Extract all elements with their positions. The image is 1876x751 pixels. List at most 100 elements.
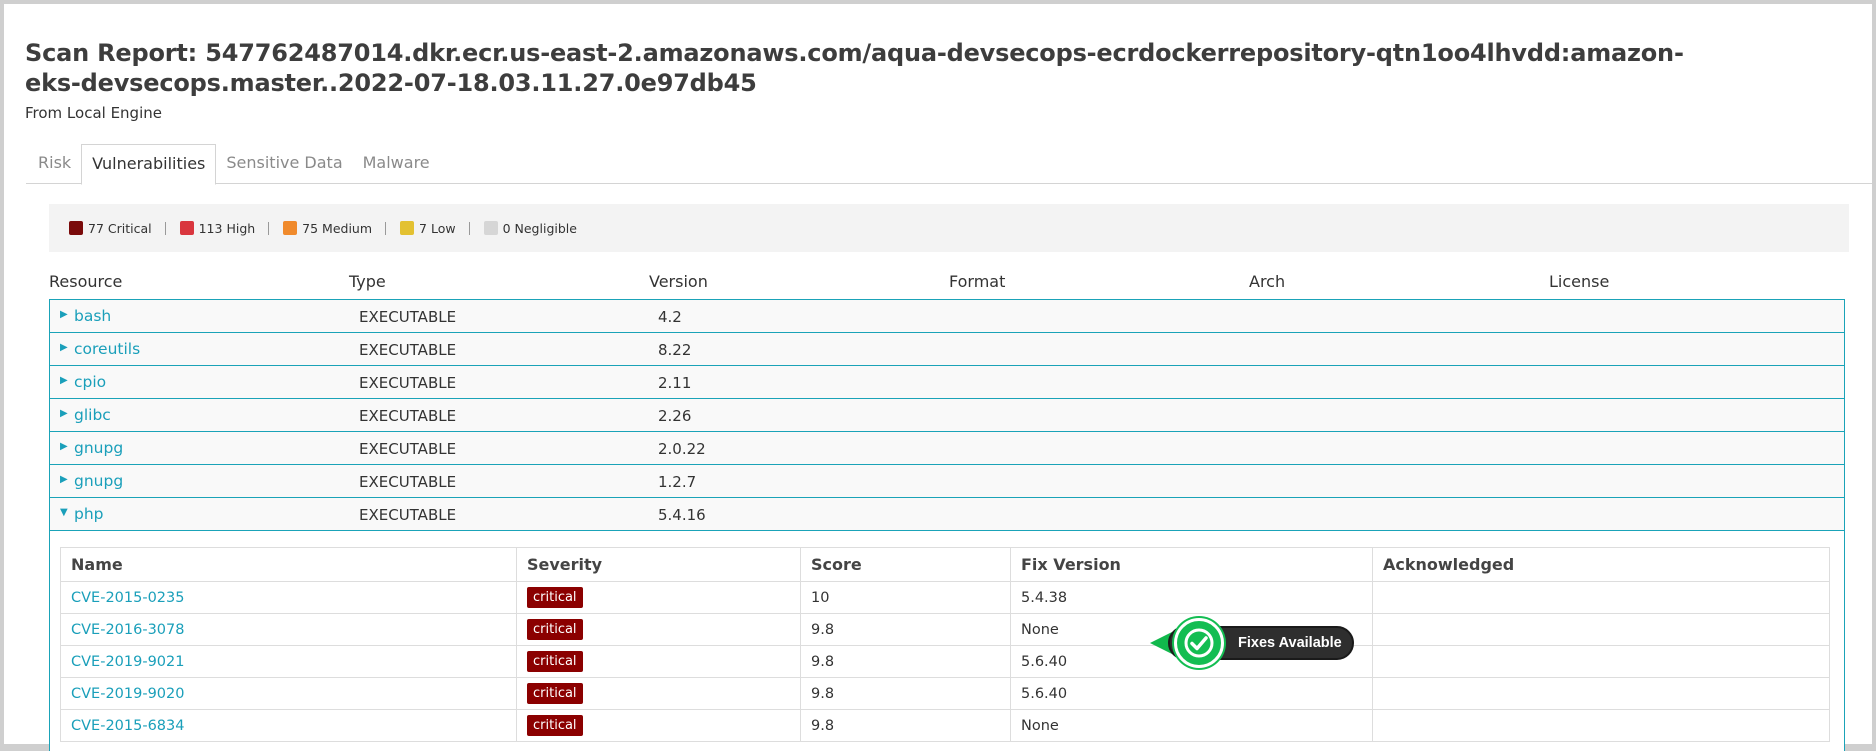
caret-right-icon[interactable]: ▶ [60, 309, 68, 320]
package-type: EXECUTABLE [359, 407, 457, 425]
severity-medium: 75 Medium [283, 221, 372, 236]
severity-summary: 77 Critical 113 High 75 Medium 7 Low 0 N… [49, 204, 1849, 252]
vulnerability-table: Name Severity Score Fix Version Acknowle… [60, 547, 1830, 742]
divider [164, 221, 166, 235]
package-row[interactable]: ▶ coreutils EXECUTABLE 8.22 [50, 333, 1844, 366]
report-header: Scan Report: 547762487014.dkr.ecr.us-eas… [25, 38, 1725, 122]
package-type: EXECUTABLE [359, 374, 457, 392]
col-score[interactable]: Score [800, 547, 1011, 582]
low-swatch [400, 221, 415, 235]
table-header-row: Name Severity Score Fix Version Acknowle… [60, 547, 1830, 582]
score-cell: 10 [800, 581, 1011, 614]
divider [468, 221, 470, 235]
col-format[interactable]: Format [949, 272, 1005, 291]
package-version: 2.11 [658, 374, 692, 392]
package-name[interactable]: gnupg [74, 439, 123, 457]
table-row: CVE-2019-9021 critical 9.8 5.6.40 [60, 645, 1830, 678]
package-name[interactable]: coreutils [74, 340, 140, 358]
cve-link[interactable]: CVE-2019-9021 [60, 645, 517, 678]
tab-risk[interactable]: Risk [26, 144, 81, 184]
col-arch[interactable]: Arch [1249, 272, 1285, 291]
severity-cell: critical [516, 613, 801, 646]
severity-high: 113 High [179, 220, 256, 236]
package-type: EXECUTABLE [359, 506, 457, 524]
package-name[interactable]: gnupg [74, 472, 123, 490]
col-acknowledged[interactable]: Acknowledged [1372, 547, 1830, 582]
check-circle-icon [1174, 618, 1224, 668]
package-row[interactable]: ▶ cpio EXECUTABLE 2.11 [50, 366, 1844, 399]
page-subtitle: From Local Engine [25, 104, 162, 122]
package-version: 5.4.16 [658, 506, 706, 524]
acknowledged-cell [1372, 581, 1830, 614]
package-name[interactable]: glibc [74, 406, 111, 424]
col-severity[interactable]: Severity [516, 547, 801, 582]
vulnerability-panel: Name Severity Score Fix Version Acknowle… [50, 531, 1844, 751]
critical-swatch [69, 221, 83, 235]
caret-right-icon[interactable]: ▶ [60, 474, 68, 485]
cve-link[interactable]: CVE-2015-0235 [60, 581, 517, 614]
package-version: 4.2 [658, 308, 682, 326]
package-list: ▶ bash EXECUTABLE 4.2 ▶ coreutils EXECUT… [49, 299, 1845, 751]
cve-link[interactable]: CVE-2015-6834 [60, 709, 517, 742]
score-cell: 9.8 [800, 677, 1011, 710]
package-row[interactable]: ▶ glibc EXECUTABLE 2.26 [50, 399, 1844, 432]
score-cell: 9.8 [800, 645, 1011, 678]
severity-badge: critical [527, 619, 583, 640]
package-row[interactable]: ▶ bash EXECUTABLE 4.2 [50, 300, 1844, 333]
medium-swatch [283, 221, 298, 235]
package-name[interactable]: bash [74, 307, 111, 325]
severity-cell: critical [516, 709, 801, 742]
col-license[interactable]: License [1549, 272, 1609, 291]
table-row: CVE-2015-6834 critical 9.8 None [60, 709, 1830, 742]
table-row: CVE-2019-9020 critical 9.8 5.6.40 [60, 677, 1830, 710]
fixes-available-callout: Fixes Available [1150, 616, 1354, 670]
tab-sensitive-data[interactable]: Sensitive Data [216, 144, 352, 184]
cve-link[interactable]: CVE-2019-9020 [60, 677, 517, 710]
package-type: EXECUTABLE [359, 473, 457, 491]
package-row[interactable]: ▶ gnupg EXECUTABLE 2.0.22 [50, 432, 1844, 465]
fix-version-cell: 5.6.40 [1010, 677, 1373, 710]
package-row-expanded[interactable]: ▼ php EXECUTABLE 5.4.16 [50, 498, 1844, 531]
divider [385, 221, 387, 235]
acknowledged-cell [1372, 645, 1830, 678]
caret-right-icon[interactable]: ▶ [60, 375, 68, 386]
tab-malware[interactable]: Malware [353, 144, 440, 184]
score-cell: 9.8 [800, 709, 1011, 742]
tab-bar: Risk Vulnerabilities Sensitive Data Malw… [26, 144, 1872, 185]
negligible-swatch [483, 221, 498, 235]
caret-right-icon[interactable]: ▶ [60, 408, 68, 419]
severity-negligible: 0 Negligible [483, 220, 577, 236]
caret-right-icon[interactable]: ▶ [60, 441, 68, 452]
col-version[interactable]: Version [649, 272, 708, 291]
severity-negligible-label: 0 Negligible [502, 220, 577, 236]
cve-link[interactable]: CVE-2016-3078 [60, 613, 517, 646]
col-resource[interactable]: Resource [49, 272, 122, 291]
check-mark-icon [1184, 628, 1214, 658]
severity-low-label: 7 Low [419, 220, 456, 236]
severity-high-label: 113 High [198, 220, 256, 236]
package-version: 2.0.22 [658, 440, 706, 458]
report-frame: Scan Report: 547762487014.dkr.ecr.us-eas… [4, 4, 1872, 751]
severity-low: 7 Low [400, 221, 456, 236]
severity-critical: 77 Critical [69, 221, 152, 236]
severity-badge: critical [527, 715, 583, 736]
severity-badge: critical [527, 587, 583, 608]
package-name[interactable]: php [74, 505, 104, 523]
col-fix-version[interactable]: Fix Version [1010, 547, 1373, 582]
package-type: EXECUTABLE [359, 341, 457, 359]
col-type[interactable]: Type [349, 272, 386, 291]
col-name[interactable]: Name [60, 547, 517, 582]
package-name[interactable]: cpio [74, 373, 106, 391]
severity-cell: critical [516, 581, 801, 614]
tab-vulnerabilities[interactable]: Vulnerabilities [81, 144, 217, 185]
high-swatch [179, 221, 194, 235]
fix-version-cell: 5.4.38 [1010, 581, 1373, 614]
package-version: 8.22 [658, 341, 692, 359]
severity-cell: critical [516, 677, 801, 710]
package-row[interactable]: ▶ gnupg EXECUTABLE 1.2.7 [50, 465, 1844, 498]
acknowledged-cell [1372, 709, 1830, 742]
package-type: EXECUTABLE [359, 308, 457, 326]
severity-critical-label: 77 Critical [88, 220, 152, 236]
caret-right-icon[interactable]: ▶ [60, 342, 68, 353]
caret-down-icon[interactable]: ▼ [60, 507, 68, 518]
